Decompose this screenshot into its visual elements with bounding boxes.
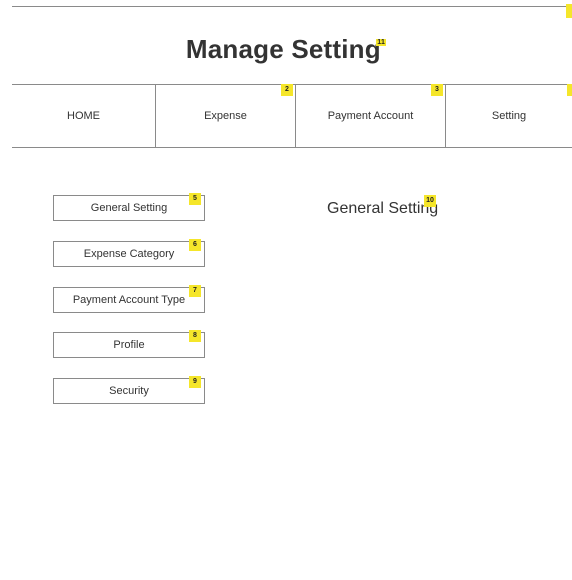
annotation-badge: 7	[189, 285, 201, 297]
nav-setting-label: Setting	[491, 110, 527, 122]
page-title-text: Manage Setting	[185, 34, 381, 64]
nav-home[interactable]: HOME	[12, 85, 156, 147]
nav-expense-label: Expense	[204, 110, 247, 122]
content-title-text: General Setting	[327, 200, 439, 217]
nav-payment-account-label: Payment Account	[327, 110, 414, 122]
sidebar-item-label: Profile	[113, 339, 145, 351]
nav-home-label: HOME	[67, 110, 100, 122]
nav-payment-account[interactable]: Payment Account 3	[296, 84, 446, 147]
annotation-badge: 9	[189, 376, 201, 388]
top-divider	[12, 6, 572, 7]
annotation-badge: 10	[424, 195, 436, 207]
annotation-badge: 2	[281, 84, 293, 96]
sidebar-item-expense-category[interactable]: Expense Category 6	[53, 239, 205, 267]
annotation-badge: 3	[431, 84, 443, 96]
annotation-badge: 8	[189, 330, 201, 342]
sidebar-item-label: Expense Category	[83, 248, 175, 260]
sidebar-item-general-setting[interactable]: General Setting 5	[53, 193, 205, 221]
nav-setting[interactable]: Setting	[446, 84, 572, 147]
top-right-marker	[566, 4, 572, 18]
nav-setting-marker	[567, 84, 572, 96]
content-title: General Setting 10	[327, 195, 439, 218]
sidebar-item-security[interactable]: Security 9	[53, 376, 205, 404]
sidebar-item-label: General Setting	[90, 202, 168, 214]
sidebar-item-profile[interactable]: Profile 8	[53, 330, 205, 358]
sidebar-item-label: Security	[109, 385, 149, 397]
annotation-badge: 6	[189, 239, 201, 251]
page-title: Manage Setting 11	[0, 34, 572, 65]
sidebar-item-payment-account-type[interactable]: Payment Account Type 7	[53, 285, 205, 313]
annotation-badge: 11	[376, 39, 387, 46]
sidebar-item-label: Payment Account Type	[72, 294, 186, 306]
annotation-badge: 5	[189, 193, 201, 205]
nav-expense[interactable]: Expense 2	[156, 84, 296, 147]
main-nav: HOME Expense 2 Payment Account 3 Setting	[12, 84, 572, 148]
